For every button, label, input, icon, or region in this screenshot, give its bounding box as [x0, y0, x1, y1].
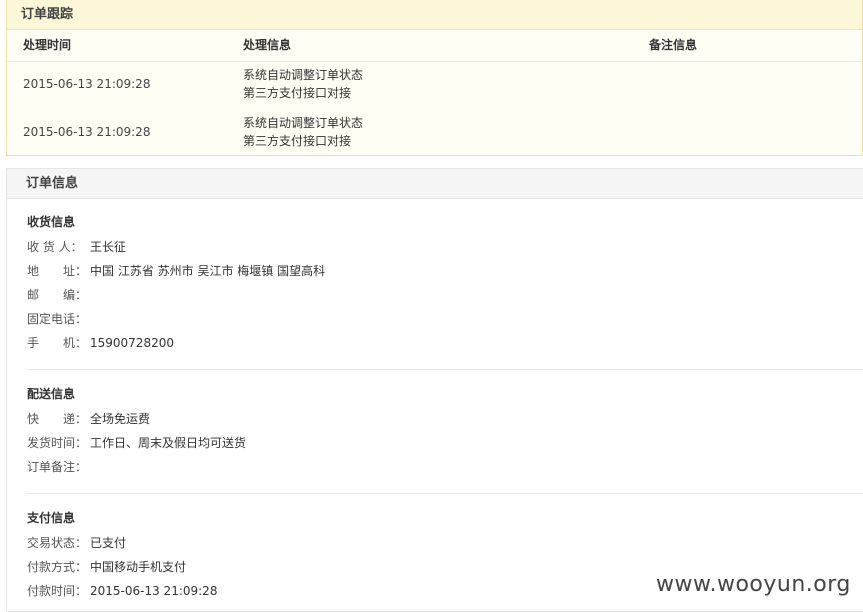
delivery-time-row: 发货时间： 工作日、周末及假日均可送货 [27, 433, 246, 453]
row-info: 系统自动调整订单状态 第三方支付接口对接 [243, 66, 363, 102]
receiver-address-row: 地 址： 中国 江苏省 苏州市 吴江市 梅堰镇 国望高科 [27, 261, 325, 281]
order-info-title: 订单信息 [7, 169, 863, 199]
row-info-line2: 第三方支付接口对接 [243, 86, 352, 100]
header-process-time: 处理时间 [23, 38, 72, 52]
payment-method-value: 中国移动手机支付 [90, 560, 187, 574]
row-time: 2015-06-13 21:09:28 [23, 77, 151, 91]
payment-status-row: 交易状态： 已支付 [27, 533, 126, 553]
row-time: 2015-06-13 21:09:28 [23, 125, 151, 139]
delivery-time-value: 工作日、周末及假日均可送货 [90, 436, 247, 450]
row-info: 系统自动调整订单状态 第三方支付接口对接 [243, 114, 363, 150]
receiver-mobile-label: 手 机： [27, 336, 88, 350]
receiver-name-value: 王长征 [90, 240, 127, 254]
payment-method-label: 付款方式： [27, 560, 88, 574]
watermark: www.wooyun.org [656, 572, 851, 597]
receiver-name-row: 收 货 人： 王长征 [27, 237, 126, 257]
tracking-table-header: 处理时间 处理信息 备注信息 [7, 30, 862, 62]
header-remark: 备注信息 [649, 38, 698, 52]
section-divider [27, 369, 863, 370]
row-info-line2: 第三方支付接口对接 [243, 134, 352, 148]
receiver-address-value: 中国 江苏省 苏州市 吴江市 梅堰镇 国望高科 [90, 264, 326, 278]
delivery-time-label: 发货时间： [27, 436, 88, 450]
receiver-zip-row: 邮 编： [27, 285, 90, 305]
receiver-zip-label: 邮 编： [27, 288, 88, 302]
payment-time-value: 2015-06-13 21:09:28 [90, 584, 218, 598]
payment-status-label: 交易状态： [27, 536, 88, 550]
order-tracking-panel: 订单跟踪 处理时间 处理信息 备注信息 2015-06-13 21:09:28 … [6, 0, 863, 156]
order-remark-row: 订单备注： [27, 457, 90, 477]
order-tracking-title: 订单跟踪 [7, 0, 862, 30]
row-info-line1: 系统自动调整订单状态 [243, 116, 364, 130]
receiver-phone-row: 固定电话： [27, 309, 90, 329]
receiver-address-label: 地 址： [27, 264, 88, 278]
payment-time-row: 付款时间： 2015-06-13 21:09:28 [27, 581, 217, 601]
delivery-section-title: 配送信息 [27, 387, 76, 401]
row-info-line1: 系统自动调整订单状态 [243, 68, 364, 82]
receiver-name-label: 收 货 人： [27, 240, 83, 254]
payment-time-label: 付款时间： [27, 584, 88, 598]
order-info-panel: 订单信息 收货信息 收 货 人： 王长征 地 址： 中国 江苏省 苏州市 吴江市 梅… [6, 168, 863, 612]
receiver-mobile-row: 手 机： 15900728200 [27, 333, 174, 353]
receiver-section-title: 收货信息 [27, 215, 76, 229]
payment-status-value: 已支付 [90, 536, 127, 550]
payment-section-title: 支付信息 [27, 511, 76, 525]
delivery-express-label: 快 递： [27, 412, 88, 426]
receiver-mobile-value: 15900728200 [90, 336, 174, 350]
order-remark-label: 订单备注： [27, 460, 88, 474]
header-process-info: 处理信息 [243, 38, 292, 52]
delivery-express-row: 快 递： 全场免运费 [27, 409, 150, 429]
delivery-express-value: 全场免运费 [90, 412, 151, 426]
receiver-phone-label: 固定电话： [27, 312, 88, 326]
section-divider [27, 493, 863, 494]
payment-method-row: 付款方式： 中国移动手机支付 [27, 557, 186, 577]
